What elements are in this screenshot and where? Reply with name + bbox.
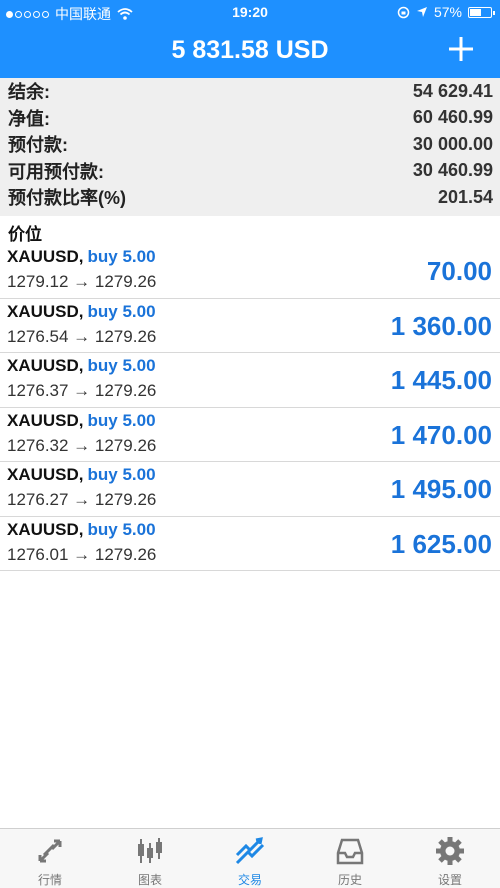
tab-label: 图表 [137, 873, 162, 887]
summary-label: 预付款: [8, 135, 68, 156]
position-row[interactable]: XAUUSD, buy 5.00 1276.37 → 1279.26 1 445.00 [0, 353, 500, 408]
position-symbol: XAUUSD, [7, 356, 84, 375]
summary-row: 预付款: 30 000.00 [0, 131, 500, 158]
status-bar: 中国联通 19:20 57% [0, 0, 500, 26]
account-summary: 结余: 54 629.41 净值: 60 460.99 预付款: 30 000.00 可用预… [0, 78, 500, 216]
summary-row: 预付款比率(%) 201.54 [0, 184, 500, 211]
gear-icon [436, 837, 464, 865]
battery-percent: 57% [433, 4, 462, 20]
account-balance-title: 5 831.58 USD [171, 36, 329, 64]
position-title: XAUUSD, buy 5.00 [7, 520, 156, 540]
position-profit: 1 360.00 [390, 310, 492, 341]
battery-icon [468, 6, 495, 18]
position-row[interactable]: XAUUSD, buy 5.00 1276.27 → 1279.26 1 495.00 [0, 462, 500, 517]
position-profit: 1 625.00 [390, 528, 492, 559]
tab-label: 设置 [437, 873, 462, 887]
position-row[interactable]: XAUUSD, buy 5.00 1276.32 → 1279.26 1 470.00 [0, 408, 500, 462]
position-row[interactable]: XAUUSD, buy 5.00 1279.12 → 1279.26 70.00 [0, 244, 500, 299]
position-symbol: XAUUSD, [7, 465, 84, 484]
tab-gear[interactable]: 设置 [400, 829, 500, 888]
rotation-lock-icon [397, 6, 410, 18]
position-side: buy 5.00 [87, 301, 156, 321]
position-profit: 1 470.00 [390, 419, 492, 450]
position-symbol: XAUUSD, [7, 519, 84, 539]
position-title: XAUUSD, buy 5.00 [7, 465, 156, 485]
position-side: buy 5.00 [87, 465, 156, 484]
plus-icon[interactable] [444, 32, 478, 66]
position-title: XAUUSD, buy 5.00 [7, 247, 156, 267]
summary-value: 201.54 [437, 186, 493, 207]
tab-trend[interactable]: 交易 [200, 829, 300, 888]
summary-value: 30 460.99 [412, 160, 493, 181]
position-side: buy 5.00 [87, 247, 156, 266]
summary-label: 结余: [8, 82, 50, 103]
summary-label: 预付款比率(%) [8, 188, 126, 209]
tab-candlestick[interactable]: 图表 [100, 829, 200, 888]
candlestick-icon [138, 838, 162, 863]
summary-label: 净值: [8, 108, 50, 129]
position-title: XAUUSD, buy 5.00 [7, 411, 156, 431]
tab-arrows[interactable]: 行情 [0, 829, 100, 888]
summary-value: 60 460.99 [412, 107, 493, 128]
location-icon [416, 7, 427, 17]
position-symbol: XAUUSD, [7, 247, 84, 266]
position-prices: 1279.12 → 1279.26 [7, 272, 157, 291]
section-header: 价位 [0, 216, 500, 244]
position-prices: 1276.37 → 1279.26 [7, 381, 157, 400]
summary-row: 净值: 60 460.99 [0, 105, 500, 132]
position-prices: 1276.27 → 1279.26 [7, 490, 157, 509]
position-side: buy 5.00 [87, 410, 156, 430]
position-symbol: XAUUSD, [7, 301, 84, 321]
position-profit: 1 495.00 [390, 474, 492, 504]
tab-bar: 行情 图表 交易 历史 设置 [0, 828, 500, 888]
tab-label: 交易 [237, 873, 262, 887]
trend-icon [235, 837, 265, 865]
summary-label: 可用预付款: [8, 161, 104, 182]
tab-inbox[interactable]: 历史 [300, 829, 400, 888]
arrows-icon [38, 839, 62, 863]
position-side: buy 5.00 [87, 519, 156, 539]
position-title: XAUUSD, buy 5.00 [7, 302, 156, 322]
position-profit: 1 445.00 [390, 365, 492, 395]
positions-list: XAUUSD, buy 5.00 1279.12 → 1279.26 70.00 XAU… [0, 244, 500, 571]
inbox-icon [336, 838, 364, 865]
position-symbol: XAUUSD, [7, 410, 84, 430]
position-prices: 1276.54 → 1279.26 [7, 326, 157, 346]
tab-label: 行情 [37, 873, 62, 887]
tab-label: 历史 [337, 873, 362, 887]
position-profit: 70.00 [426, 256, 492, 286]
position-prices: 1276.32 → 1279.26 [7, 435, 157, 455]
summary-value: 54 629.41 [412, 80, 493, 101]
position-row[interactable]: XAUUSD, buy 5.00 1276.01 → 1279.26 1 625.00 [0, 517, 500, 571]
summary-row: 结余: 54 629.41 [0, 78, 500, 105]
header: 中国联通 19:20 57% 5 831.58 USD [0, 0, 500, 78]
summary-value: 30 000.00 [412, 133, 493, 154]
position-side: buy 5.00 [87, 356, 156, 375]
position-prices: 1276.01 → 1279.26 [7, 544, 157, 564]
position-row[interactable]: XAUUSD, buy 5.00 1276.54 → 1279.26 1 360.00 [0, 299, 500, 353]
summary-row: 可用预付款: 30 460.99 [0, 158, 500, 185]
position-title: XAUUSD, buy 5.00 [7, 356, 156, 376]
